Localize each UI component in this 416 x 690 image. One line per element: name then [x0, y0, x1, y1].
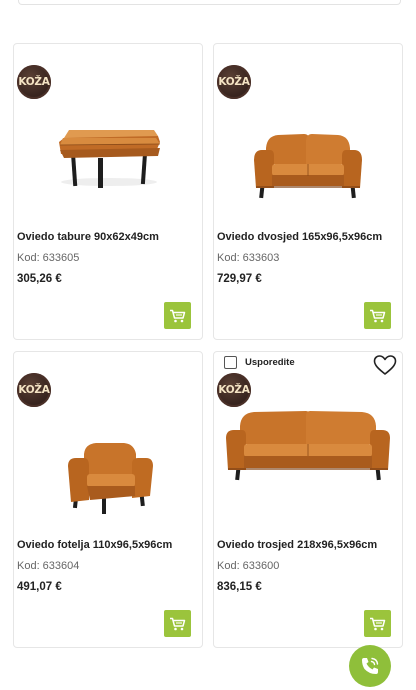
product-price: 836,15 €: [217, 581, 262, 593]
cart-icon: [170, 309, 186, 322]
compare-toggle[interactable]: Usporedite: [224, 356, 295, 369]
cart-icon: [170, 617, 186, 630]
product-code: Kod: 633600: [217, 560, 280, 572]
compare-checkbox[interactable]: [224, 356, 237, 369]
product-image: [254, 134, 362, 199]
product-name[interactable]: Oviedo tabure 90x62x49cm: [17, 231, 159, 243]
heart-icon[interactable]: [372, 353, 398, 377]
product-code: Kod: 633604: [17, 560, 80, 572]
product-name[interactable]: Oviedo dvosjed 165x96,5x96cm: [217, 231, 382, 243]
product-card-loveseat[interactable]: KOŽA Oviedo dvosjed 165x96,5x96cm Kod: 6…: [213, 43, 403, 340]
product-image: [68, 443, 153, 514]
product-name[interactable]: Oviedo fotelja 110x96,5x96cm: [17, 539, 172, 551]
cart-icon: [370, 617, 386, 630]
product-code: Kod: 633603: [217, 252, 280, 264]
phone-icon: [362, 657, 379, 674]
product-card-sofa[interactable]: Usporedite KOŽA Oviedo trosjed 218x96,5x…: [213, 351, 403, 648]
product-card-armchair[interactable]: KOŽA Oviedo fotelja 110x96,5x96cm Kod: 6…: [13, 351, 203, 648]
product-price: 491,07 €: [17, 581, 62, 593]
product-image: [59, 130, 161, 188]
add-to-cart-button[interactable]: [364, 302, 391, 329]
search-bar-edge[interactable]: [18, 0, 401, 5]
call-button[interactable]: [349, 645, 391, 687]
product-price: 305,26 €: [17, 273, 62, 285]
add-to-cart-button[interactable]: [364, 610, 391, 637]
product-name[interactable]: Oviedo trosjed 218x96,5x96cm: [217, 539, 377, 551]
add-to-cart-button[interactable]: [164, 610, 191, 637]
cart-icon: [370, 309, 386, 322]
add-to-cart-button[interactable]: [164, 302, 191, 329]
product-code: Kod: 633605: [17, 252, 80, 264]
product-image: [226, 411, 390, 481]
compare-label: Usporedite: [245, 357, 295, 368]
product-card-ottoman[interactable]: KOŽA Oviedo tabure 90x62x49cm Kod: 63360…: [13, 43, 203, 340]
product-price: 729,97 €: [217, 273, 262, 285]
